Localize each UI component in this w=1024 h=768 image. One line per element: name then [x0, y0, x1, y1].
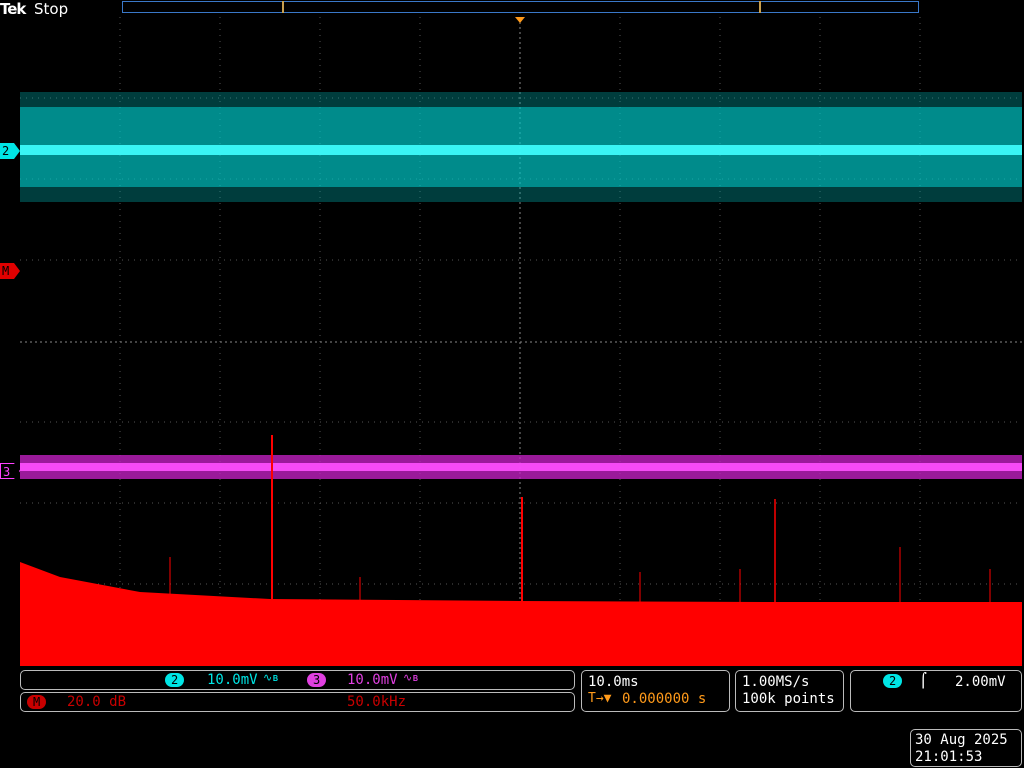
math-position-marker[interactable]: M	[0, 263, 20, 279]
record-length: 100k points	[742, 691, 835, 707]
math-frequency: 50.0kHz	[347, 694, 407, 710]
trigger-source-badge: 2	[883, 674, 903, 688]
tek-logo: Tek	[0, 0, 26, 18]
timebase: 10.0ms	[588, 674, 639, 690]
math-readout[interactable]: M 20.0 dB 50.0kHz	[20, 692, 575, 712]
ch2-badge: 2	[165, 673, 185, 687]
trigger-readout[interactable]: 2 ⌠ 2.00mV	[850, 670, 1022, 712]
math-badge: M	[27, 695, 47, 709]
bandwidth-limit-icon: ∿ʙ	[403, 671, 419, 684]
math-scale: 20.0 dB	[67, 694, 127, 710]
ch3-waveform	[20, 455, 1022, 479]
horizontal-readout[interactable]: 10.0ms T→▼ 0.000000 s	[581, 670, 730, 712]
waveform-graticule	[20, 17, 1022, 666]
trigger-level: 2.00mV	[955, 674, 1006, 690]
date: 30 Aug 2025	[915, 732, 1008, 748]
time: 21:01:53	[915, 749, 983, 765]
ch3-position-marker[interactable]: 3	[0, 463, 20, 479]
ch2-position-marker[interactable]: 2	[0, 143, 20, 159]
datetime-readout: 30 Aug 2025 21:01:53	[910, 729, 1022, 767]
acquisition-readout[interactable]: 1.00MS/s 100k points	[735, 670, 844, 712]
vertical-readout[interactable]: 2 10.0mV ∿ʙ 3 10.0mV ∿ʙ	[20, 670, 575, 690]
horizontal-delay: 0.000000 s	[622, 691, 707, 707]
bandwidth-limit-icon: ∿ʙ	[263, 671, 279, 684]
ch2-waveform	[20, 92, 1022, 202]
sample-rate: 1.00MS/s	[742, 674, 810, 690]
ch3-badge: 3	[307, 673, 327, 687]
trigger-position-icon: T→▼	[588, 691, 612, 706]
ch2-scale: 10.0mV	[207, 672, 258, 688]
ch3-scale: 10.0mV	[347, 672, 398, 688]
acquisition-status: Stop	[34, 0, 69, 18]
record-view-window	[282, 1, 761, 13]
rising-edge-icon: ⌠	[919, 673, 928, 689]
